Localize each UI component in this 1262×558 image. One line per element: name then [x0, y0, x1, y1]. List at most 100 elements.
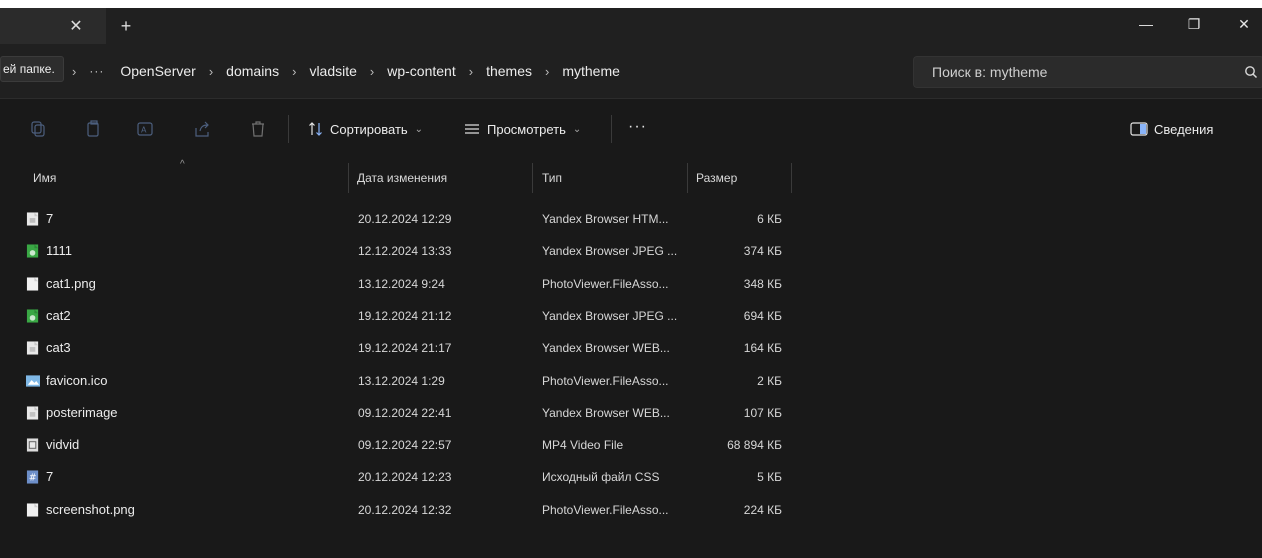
file-name: screenshot.png: [46, 501, 135, 517]
file-size: 2 КБ: [757, 373, 782, 388]
address-bar-row: ей папке. › ··· OpenServer › domains › v…: [0, 44, 1262, 98]
breadcrumb-item-openserver[interactable]: OpenServer: [120, 63, 195, 79]
delete-icon[interactable]: [248, 119, 268, 139]
file-type: MP4 Video File: [542, 438, 624, 453]
share-icon[interactable]: [192, 119, 212, 139]
jpeg-file-icon: [26, 309, 39, 323]
file-name: favicon.ico: [46, 372, 108, 388]
breadcrumb-item-themes[interactable]: themes: [486, 63, 532, 79]
file-date: 19.12.2024 21:17: [358, 341, 452, 356]
cut-icon[interactable]: [28, 119, 48, 139]
copy-icon[interactable]: [84, 119, 104, 139]
close-tab-icon[interactable]: ✕: [64, 14, 88, 38]
video-file-icon: [26, 438, 39, 452]
file-row[interactable]: vidvid 09.12.2024 22:57 MP4 Video File 68 8…: [0, 429, 1262, 461]
file-row[interactable]: screenshot.png 20.12.2024 12:32 PhotoViewe…: [0, 494, 1262, 526]
breadcrumb-item-domains[interactable]: domains: [226, 63, 279, 79]
sort-icon: [309, 122, 322, 136]
view-label: Просмотреть: [487, 121, 566, 137]
file-name: vidvid: [46, 437, 80, 453]
details-pane-icon: [1130, 122, 1148, 136]
chevron-down-icon: ⌄: [572, 123, 582, 135]
file-row[interactable]: 1111 12.12.2024 13:33 Yandex Browser JPEG …: [0, 235, 1262, 267]
file-date: 20.12.2024 12:29: [358, 212, 452, 226]
breadcrumb[interactable]: › ··· OpenServer › domains › vladsite › …: [62, 58, 620, 84]
file-date: 12.12.2024 13:33: [358, 244, 452, 259]
jpeg-file-icon: [26, 244, 39, 258]
file-size: 68 894 КБ: [727, 438, 782, 453]
file-type: Yandex Browser HTM...: [542, 212, 669, 226]
file-row[interactable]: posterimage 09.12.2024 22:41 Yandex Browse…: [0, 397, 1262, 429]
sort-label: Сортировать: [330, 121, 408, 137]
file-type: PhotoViewer.FileAsso...: [542, 276, 669, 291]
column-divider[interactable]: [687, 163, 688, 193]
command-divider: [611, 115, 612, 143]
restore-icon[interactable]: ❐: [1172, 8, 1216, 40]
search-box[interactable]: Поиск в: mytheme: [913, 56, 1262, 88]
column-header-row: Имя ^ Дата изменения Тип Размер: [0, 159, 1262, 195]
file-type: Исходный файл CSS: [542, 470, 660, 485]
search-icon[interactable]: [1243, 64, 1259, 80]
file-size: 374 КБ: [743, 244, 782, 259]
file-row[interactable]: 7 20.12.2024 12:29 Yandex Browser HTM... 6 …: [0, 203, 1262, 235]
file-name: cat2: [46, 307, 71, 323]
command-bar: A Сортировать ⌄ Просмотреть ⌄ ··· Сведен…: [0, 98, 1262, 160]
css-file-icon: #: [26, 470, 39, 484]
file-name: 1111: [46, 243, 73, 259]
details-label: Сведения: [1154, 121, 1214, 137]
file-row[interactable]: #7 20.12.2024 12:23 Исходный файл CSS 5 КБ: [0, 461, 1262, 493]
png-file-icon: [26, 503, 39, 517]
tooltip: ей папке.: [0, 56, 64, 82]
file-row[interactable]: cat2 19.12.2024 21:12 Yandex Browser JPEG …: [0, 300, 1262, 332]
new-tab-icon[interactable]: +: [114, 14, 138, 38]
column-divider[interactable]: [791, 163, 792, 193]
column-header-date[interactable]: Дата изменения: [357, 159, 447, 195]
explorer-tab[interactable]: ✕: [0, 8, 106, 44]
chevron-right-icon[interactable]: ›: [292, 64, 296, 79]
file-type: Yandex Browser WEB...: [542, 405, 670, 420]
breadcrumb-item-wp-content[interactable]: wp-content: [387, 63, 455, 79]
column-header-name[interactable]: Имя: [33, 159, 56, 195]
file-row[interactable]: cat1.png 13.12.2024 9:24 PhotoViewer.FileA…: [0, 268, 1262, 300]
file-size: 694 КБ: [743, 308, 782, 323]
file-list: Имя ^ Дата изменения Тип Размер 7 20.12.2…: [0, 159, 1262, 558]
column-divider[interactable]: [348, 163, 349, 193]
breadcrumb-overflow-icon[interactable]: ···: [89, 64, 104, 78]
chevron-right-icon[interactable]: ›: [469, 64, 473, 79]
chevron-right-icon[interactable]: ›: [209, 64, 213, 79]
file-date: 20.12.2024 12:32: [358, 502, 452, 517]
file-size: 164 КБ: [743, 341, 782, 356]
file-name: 7: [46, 211, 54, 226]
column-header-size[interactable]: Размер: [696, 159, 737, 195]
rename-icon[interactable]: A: [136, 119, 156, 139]
file-size: 6 КБ: [757, 212, 782, 226]
webp-file-icon: [26, 406, 39, 420]
column-divider[interactable]: [532, 163, 533, 193]
details-pane-button[interactable]: Сведения: [1130, 119, 1213, 139]
minimize-icon[interactable]: —: [1124, 8, 1168, 40]
file-row[interactable]: cat3 19.12.2024 21:17 Yandex Browser WEB..…: [0, 332, 1262, 364]
file-type: Yandex Browser JPEG ...: [542, 308, 678, 323]
file-explorer-window: ✕ + — ❐ ✕ ей папке. › ··· OpenServer › d…: [0, 8, 1262, 558]
file-row[interactable]: favicon.ico 13.12.2024 1:29 PhotoViewer.Fi…: [0, 365, 1262, 397]
column-header-type[interactable]: Тип: [542, 159, 562, 195]
title-bar: ✕ + — ❐ ✕: [0, 8, 1262, 44]
view-icon: [465, 124, 479, 134]
webp-file-icon: [26, 341, 39, 355]
sort-button[interactable]: Сортировать ⌄: [308, 119, 423, 139]
chevron-right-icon[interactable]: ›: [545, 64, 549, 79]
file-name: posterimage: [46, 404, 118, 420]
view-button[interactable]: Просмотреть ⌄: [464, 119, 581, 139]
search-input[interactable]: Поиск в: mytheme: [932, 57, 1047, 87]
more-options-icon[interactable]: ···: [628, 118, 647, 136]
file-date: 09.12.2024 22:41: [358, 405, 452, 420]
file-date: 20.12.2024 12:23: [358, 470, 452, 485]
close-window-icon[interactable]: ✕: [1222, 8, 1262, 40]
chevron-right-icon[interactable]: ›: [370, 64, 374, 79]
file-date: 13.12.2024 9:24: [358, 276, 445, 291]
file-size: 224 КБ: [743, 502, 782, 517]
breadcrumb-item-vladsite[interactable]: vladsite: [309, 63, 356, 79]
file-name: cat1.png: [46, 275, 96, 291]
sort-ascending-icon: ^: [180, 159, 185, 170]
breadcrumb-item-mytheme[interactable]: mytheme: [562, 63, 620, 79]
